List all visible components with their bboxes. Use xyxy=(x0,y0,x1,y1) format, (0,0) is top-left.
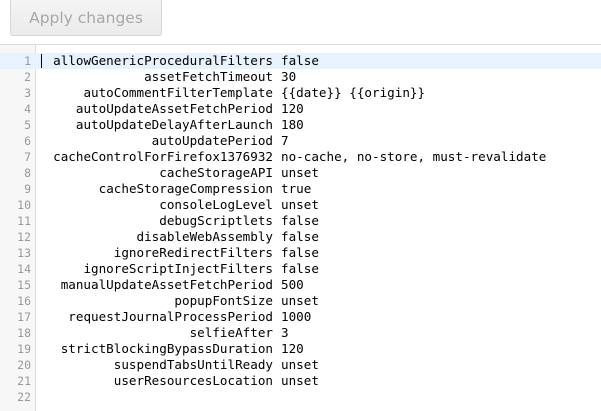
setting-line[interactable]: 2 assetFetchTimeout 30 xyxy=(0,69,601,85)
setting-value[interactable]: false xyxy=(281,229,319,245)
setting-name[interactable]: consoleLogLevel xyxy=(159,197,273,213)
editor-lines[interactable]: 1 allowGenericProceduralFilters false 2 asse… xyxy=(0,53,601,405)
setting-name[interactable]: selfieAfter xyxy=(190,325,273,341)
setting-value[interactable]: 30 xyxy=(281,69,296,85)
setting-line[interactable]: 10 consoleLogLevel unset xyxy=(0,197,601,213)
setting-value[interactable]: false xyxy=(281,245,319,261)
setting-value[interactable]: false xyxy=(281,213,319,229)
line-number: 15 xyxy=(17,278,31,292)
setting-line[interactable]: 7 cacheControlForFirefox1376932 no-cache, … xyxy=(0,149,601,165)
line-number: 5 xyxy=(24,118,31,132)
line-number: 14 xyxy=(17,262,31,276)
setting-value[interactable]: 3 xyxy=(281,325,289,341)
line-number: 17 xyxy=(17,310,31,324)
line-number: 21 xyxy=(17,374,31,388)
setting-name[interactable]: cacheStorageCompression xyxy=(99,181,273,197)
setting-line[interactable]: 21 userResourcesLocation unset xyxy=(0,373,601,389)
setting-value[interactable]: unset xyxy=(281,293,319,309)
line-number: 8 xyxy=(24,166,31,180)
setting-line[interactable]: 20 suspendTabsUntilReady unset xyxy=(0,357,601,373)
setting-name[interactable]: allowGenericProceduralFilters xyxy=(53,53,273,69)
setting-value[interactable]: 180 xyxy=(281,117,304,133)
line-number: 20 xyxy=(17,358,31,372)
setting-name[interactable]: popupFontSize xyxy=(174,293,273,309)
line-number: 3 xyxy=(24,86,31,100)
text-cursor xyxy=(41,54,42,68)
setting-line[interactable]: 16 popupFontSize unset xyxy=(0,293,601,309)
setting-value[interactable]: false xyxy=(281,261,319,277)
setting-name[interactable]: debugScriptlets xyxy=(159,213,273,229)
line-number: 4 xyxy=(24,102,31,116)
setting-line[interactable]: 19 strictBlockingBypassDuration 120 xyxy=(0,341,601,357)
setting-value[interactable]: no-cache, no-store, must-revalidate xyxy=(281,149,546,165)
apply-changes-button[interactable]: Apply changes xyxy=(10,0,162,36)
line-number: 2 xyxy=(24,70,31,84)
setting-name[interactable]: requestJournalProcessPeriod xyxy=(68,309,273,325)
setting-name[interactable]: ignoreRedirectFilters xyxy=(114,245,273,261)
line-number: 6 xyxy=(24,134,31,148)
setting-name[interactable]: cacheStorageAPI xyxy=(159,165,273,181)
setting-name[interactable]: assetFetchTimeout xyxy=(144,69,273,85)
setting-name[interactable]: userResourcesLocation xyxy=(114,373,273,389)
setting-value[interactable]: 120 xyxy=(281,341,304,357)
setting-name[interactable]: ignoreScriptInjectFilters xyxy=(83,261,273,277)
line-number: 13 xyxy=(17,246,31,260)
setting-line[interactable]: 14 ignoreScriptInjectFilters false xyxy=(0,261,601,277)
setting-line[interactable]: 22 xyxy=(0,389,601,405)
line-number: 1 xyxy=(24,54,31,68)
setting-line[interactable]: 13 ignoreRedirectFilters false xyxy=(0,245,601,261)
setting-line[interactable]: 15 manualUpdateAssetFetchPeriod 500 xyxy=(0,277,601,293)
setting-value[interactable]: unset xyxy=(281,197,319,213)
setting-value[interactable]: unset xyxy=(281,165,319,181)
setting-name[interactable]: autoCommentFilterTemplate xyxy=(83,85,273,101)
setting-value[interactable]: 1000 xyxy=(281,309,311,325)
setting-line[interactable]: 5 autoUpdateDelayAfterLaunch 180 xyxy=(0,117,601,133)
line-number: 19 xyxy=(17,342,31,356)
line-number: 22 xyxy=(17,390,31,404)
line-number: 7 xyxy=(24,150,31,164)
setting-line[interactable]: 3 autoCommentFilterTemplate {{date}} {{ori… xyxy=(0,85,601,101)
setting-line[interactable]: 12 disableWebAssembly false xyxy=(0,229,601,245)
setting-name[interactable]: manualUpdateAssetFetchPeriod xyxy=(61,277,273,293)
setting-value[interactable]: true xyxy=(281,181,311,197)
setting-line[interactable]: 4 autoUpdateAssetFetchPeriod 120 xyxy=(0,101,601,117)
line-number: 16 xyxy=(17,294,31,308)
setting-line[interactable]: 18 selfieAfter 3 xyxy=(0,325,601,341)
setting-line[interactable]: 6 autoUpdatePeriod 7 xyxy=(0,133,601,149)
setting-name[interactable]: autoUpdatePeriod xyxy=(152,133,273,149)
setting-value[interactable]: false xyxy=(281,53,319,69)
line-number: 9 xyxy=(24,182,31,196)
line-number: 10 xyxy=(17,198,31,212)
line-number: 12 xyxy=(17,230,31,244)
setting-name[interactable]: autoUpdateAssetFetchPeriod xyxy=(76,101,273,117)
line-number: 18 xyxy=(17,326,31,340)
setting-name[interactable]: cacheControlForFirefox1376932 xyxy=(53,149,273,165)
setting-line[interactable]: 17 requestJournalProcessPeriod 1000 xyxy=(0,309,601,325)
setting-line[interactable]: 1 allowGenericProceduralFilters false xyxy=(0,53,601,69)
setting-line[interactable]: 8 cacheStorageAPI unset xyxy=(0,165,601,181)
setting-value[interactable]: unset xyxy=(281,357,319,373)
setting-value[interactable]: unset xyxy=(281,373,319,389)
setting-name[interactable]: autoUpdateDelayAfterLaunch xyxy=(76,117,273,133)
line-number: 11 xyxy=(17,214,31,228)
setting-value[interactable]: {{date}} {{origin}} xyxy=(281,85,425,101)
setting-line[interactable]: 9 cacheStorageCompression true xyxy=(0,181,601,197)
setting-value[interactable]: 7 xyxy=(281,133,289,149)
setting-line[interactable]: 11 debugScriptlets false xyxy=(0,213,601,229)
setting-value[interactable]: 500 xyxy=(281,277,304,293)
advanced-settings-editor[interactable]: 1 allowGenericProceduralFilters false 2 asse… xyxy=(0,44,601,411)
setting-name[interactable]: strictBlockingBypassDuration xyxy=(61,341,273,357)
setting-name[interactable]: suspendTabsUntilReady xyxy=(114,357,273,373)
setting-name[interactable]: disableWebAssembly xyxy=(137,229,273,245)
setting-value[interactable]: 120 xyxy=(281,101,304,117)
